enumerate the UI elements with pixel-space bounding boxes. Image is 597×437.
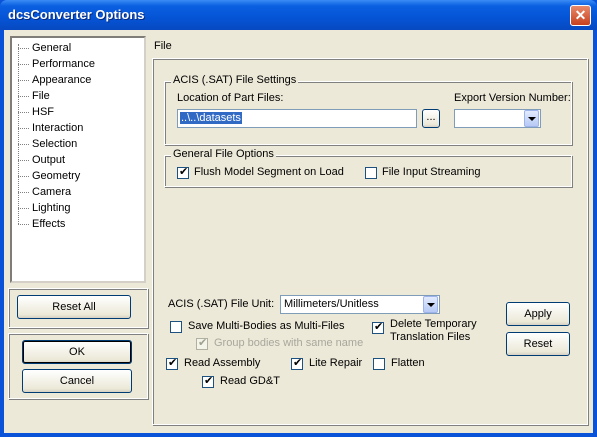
tree-item-camera[interactable]: Camera [18,184,71,200]
tree-item-selection[interactable]: Selection [18,136,77,152]
close-button[interactable]: ✕ [570,5,591,26]
lite-repair-checkbox[interactable] [291,356,303,370]
tree-item-appearance[interactable]: Appearance [18,72,91,88]
acis-settings-title: ACIS (.SAT) File Settings [171,74,299,86]
group-bodies-checkbox[interactable] [196,336,208,350]
location-value: ..\..\datasets [180,112,242,124]
file-unit-label: ACIS (.SAT) File Unit: [168,298,275,310]
flush-model-label: Flush Model Segment on Load [194,166,344,178]
group-bodies-label: Group bodies with same name [214,337,364,349]
reset-button[interactable]: Reset [506,332,570,356]
location-input[interactable]: ..\..\datasets [177,109,417,128]
file-unit-value: Millimeters/Unitless [284,298,379,310]
chevron-down-icon[interactable] [423,296,438,313]
reset-all-button[interactable]: Reset All [17,295,131,319]
category-tree[interactable]: General Performance Appearance File HSF … [10,36,146,283]
read-gdt-label: Read GD&T [220,375,280,387]
file-streaming-label: File Input Streaming [382,166,481,178]
tree-item-file[interactable]: File [18,88,50,104]
read-assembly-checkbox[interactable] [166,356,178,370]
delete-temp-label-line1: Delete Temporary [390,318,477,330]
panel-header: File [154,40,172,52]
tree-item-geometry[interactable]: Geometry [18,168,80,184]
tree-item-general[interactable]: General [18,40,71,56]
chevron-down-icon[interactable] [524,110,539,127]
flatten-checkbox[interactable] [373,358,385,370]
dialog-client-area: General Performance Appearance File HSF … [4,30,593,433]
lite-repair-label: Lite Repair [309,357,363,369]
cancel-button[interactable]: Cancel [22,369,132,393]
ok-button[interactable]: OK [22,340,132,364]
options-dialog: dcsConverter Options ✕ General Performan… [0,0,597,437]
read-assembly-label: Read Assembly [184,357,261,369]
close-icon: ✕ [574,7,587,23]
save-multi-bodies-checkbox[interactable] [170,321,182,333]
file-settings-panel: File ACIS (.SAT) File Settings Location … [152,36,588,425]
tree-item-interaction[interactable]: Interaction [18,120,83,136]
tree-item-hsf[interactable]: HSF [18,104,54,120]
tree-item-performance[interactable]: Performance [18,56,95,72]
tree-item-effects[interactable]: Effects [18,216,65,232]
flush-model-checkbox[interactable] [177,165,189,179]
save-multi-bodies-label: Save Multi-Bodies as Multi-Files [188,320,345,332]
location-label: Location of Part Files: [177,92,284,104]
export-version-select[interactable] [454,109,541,128]
window-title: dcsConverter Options [8,7,145,22]
flatten-label: Flatten [391,357,425,369]
tree-item-output[interactable]: Output [18,152,65,168]
export-version-label: Export Version Number: [454,92,571,104]
delete-temp-label-line2: Translation Files [390,331,471,343]
file-streaming-checkbox[interactable] [365,167,377,179]
general-file-options-title: General File Options [171,148,276,160]
title-bar[interactable]: dcsConverter Options ✕ [0,0,597,30]
delete-temp-checkbox[interactable] [372,320,384,334]
browse-button[interactable]: ... [422,109,440,128]
read-gdt-checkbox[interactable] [202,374,214,388]
file-unit-select[interactable]: Millimeters/Unitless [280,295,440,314]
tree-item-lighting[interactable]: Lighting [18,200,71,216]
apply-button[interactable]: Apply [506,302,570,326]
